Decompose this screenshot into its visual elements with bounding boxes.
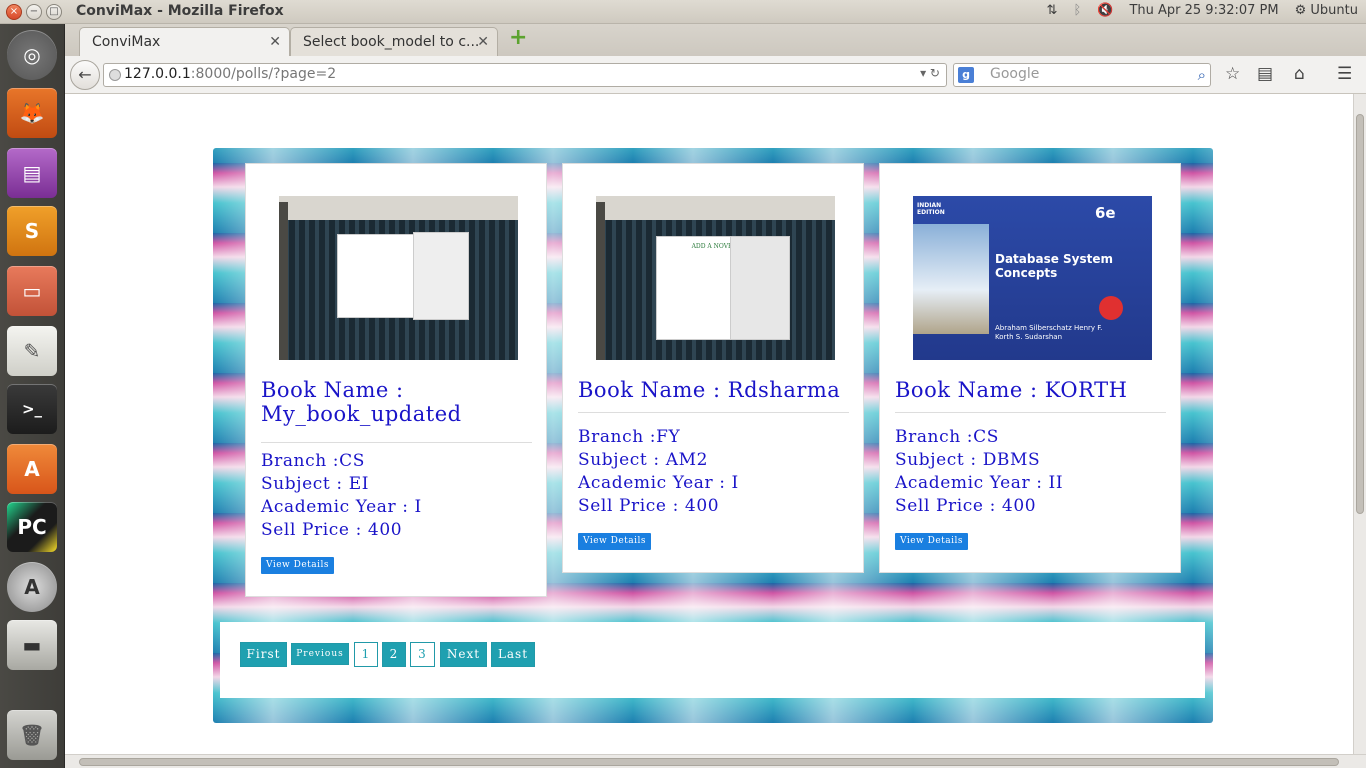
book-academic-year: Academic Year : I [578, 473, 739, 493]
book-card: ADD A NOVEL Book Name : Rdsharma Branch … [562, 163, 864, 573]
pagination-last-button[interactable]: Last [491, 642, 535, 667]
close-window-button[interactable]: × [6, 4, 22, 20]
tab-convimax[interactable]: ConviMax ✕ [79, 27, 290, 56]
system-top-bar: × − □ ConviMax - Mozilla Firefox ⇅ ᛒ 🔇 T… [0, 0, 1366, 24]
url-bar[interactable]: 127.0.0.1:8000/polls/?page=2 ▾ ↻ [103, 63, 947, 87]
cover-title: Database System Concepts [995, 252, 1114, 280]
search-placeholder: Google [990, 66, 1040, 82]
scrollbar-thumb[interactable] [79, 758, 1339, 766]
gear-icon: ⚙ [1294, 3, 1307, 18]
minimize-window-button[interactable]: − [26, 4, 42, 20]
trash-icon[interactable]: 🗑 [7, 710, 57, 760]
book-subject: Subject : AM2 [578, 450, 708, 470]
volume-icon[interactable]: 🔇 [1097, 3, 1113, 18]
pycharm-icon[interactable]: PC [7, 502, 57, 552]
text-editor-icon[interactable]: ✎ [7, 326, 57, 376]
search-input[interactable]: g Google ⌕ [953, 63, 1211, 87]
view-details-button[interactable]: View Details [578, 533, 652, 550]
book-card: INDIAN EDITION 6e Database System Concep… [879, 163, 1181, 573]
close-tab-icon[interactable]: ✕ [477, 34, 489, 50]
book-subject: Subject : DBMS [895, 450, 1041, 470]
menu-icon[interactable]: ☰ [1337, 64, 1352, 84]
pagination-first-button[interactable]: First [240, 642, 287, 667]
maximize-window-button[interactable]: □ [46, 4, 62, 20]
divider [261, 442, 532, 443]
home-icon[interactable]: ⌂ [1294, 64, 1305, 84]
workspace-icon[interactable]: ▤ [7, 148, 57, 198]
back-button[interactable]: ← [70, 60, 100, 90]
tab-bar: ConviMax ✕ Select book_model to c... ✕ + [65, 24, 1366, 56]
pagination-page-3[interactable]: 3 [410, 642, 435, 667]
book-academic-year: Academic Year : II [895, 473, 1064, 493]
book-subject: Subject : EI [261, 474, 370, 494]
book-sell-price: Sell Price : 400 [578, 496, 720, 516]
network-icon[interactable]: ⇅ [1047, 3, 1058, 18]
site-identity-icon[interactable] [109, 69, 121, 81]
vertical-scrollbar[interactable] [1353, 94, 1366, 754]
search-icon[interactable]: ⌕ [1198, 66, 1206, 84]
google-icon[interactable]: g [958, 67, 974, 83]
book-card: Book Name : My_book_updated Branch :CS S… [245, 163, 547, 597]
book-image[interactable] [279, 196, 518, 360]
book-title: Book Name : Rdsharma [578, 378, 841, 402]
terminal-icon[interactable]: >_ [7, 384, 57, 434]
cover-photo [913, 224, 989, 334]
navigation-bar: ← 127.0.0.1:8000/polls/?page=2 ▾ ↻ g Goo… [65, 56, 1366, 94]
page-viewport: Book Name : My_book_updated Branch :CS S… [65, 94, 1353, 754]
window-title: ConviMax - Mozilla Firefox [76, 3, 284, 19]
edition-badge: INDIAN EDITION [917, 202, 945, 216]
book-image[interactable]: INDIAN EDITION 6e Database System Concep… [913, 196, 1152, 360]
url-path: :8000/polls/?page=2 [190, 66, 337, 82]
edition-number: 6e [1095, 204, 1116, 222]
reading-list-icon[interactable]: ▤ [1257, 64, 1273, 84]
bookmark-star-icon[interactable]: ☆ [1225, 64, 1240, 84]
file-manager-icon[interactable]: ▭ [7, 266, 57, 316]
divider [895, 412, 1166, 413]
scrollbar-thumb[interactable] [1356, 114, 1364, 514]
close-tab-icon[interactable]: ✕ [269, 34, 281, 50]
book-branch: Branch :CS [261, 451, 365, 471]
tab-select-book-model[interactable]: Select book_model to c... ✕ [290, 27, 498, 56]
book-sell-price: Sell Price : 400 [261, 520, 403, 540]
dash-home-icon[interactable]: ◎ [7, 30, 57, 80]
cover-authors: Abraham Silberschatz Henry F. Korth S. S… [995, 324, 1103, 341]
view-details-button[interactable]: View Details [895, 533, 969, 550]
pagination-page-1[interactable]: 1 [354, 642, 378, 667]
drive-icon[interactable]: ▬ [7, 620, 57, 670]
user-name: Ubuntu [1310, 3, 1358, 18]
pagination-previous-button[interactable]: Previous [291, 643, 349, 665]
bluetooth-icon[interactable]: ᛒ [1073, 3, 1081, 18]
software-center-icon[interactable]: A [7, 444, 57, 494]
publisher-badge [1099, 296, 1123, 320]
divider [578, 412, 849, 413]
book-sell-price: Sell Price : 400 [895, 496, 1037, 516]
software-updater-icon[interactable]: A [7, 562, 57, 612]
sublime-text-icon[interactable]: S [7, 206, 57, 256]
pagination-page-2[interactable]: 2 [382, 642, 406, 667]
book-title: Book Name : KORTH [895, 378, 1128, 402]
tab-label: Select book_model to c... [303, 34, 480, 50]
book-title: Book Name : My_book_updated [261, 378, 462, 426]
firefox-icon[interactable]: 🦊 [7, 88, 57, 138]
window-controls: × − □ [6, 4, 62, 20]
session-menu[interactable]: ⚙ Ubuntu [1295, 3, 1358, 18]
horizontal-scrollbar[interactable] [65, 754, 1366, 768]
clock[interactable]: Thu Apr 25 9:32:07 PM [1129, 3, 1278, 18]
pagination-container: First Previous 1 2 3 Next Last [220, 622, 1205, 698]
tab-label: ConviMax [92, 34, 161, 50]
url-host: 127.0.0.1 [124, 66, 191, 82]
new-tab-icon[interactable]: + [509, 27, 527, 49]
unity-launcher: ◎ 🦊 ▤ S ▭ ✎ >_ A PC A ▬ 🗑 [0, 24, 65, 768]
book-image[interactable]: ADD A NOVEL [596, 196, 835, 360]
book-branch: Branch :CS [895, 427, 999, 447]
view-details-button[interactable]: View Details [261, 557, 335, 574]
system-tray: ⇅ ᛒ 🔇 Thu Apr 25 9:32:07 PM ⚙ Ubuntu [1047, 3, 1358, 18]
url-dropdown-reload-icons[interactable]: ▾ ↻ [920, 66, 940, 80]
book-branch: Branch :FY [578, 427, 681, 447]
pagination-next-button[interactable]: Next [440, 642, 487, 667]
book-academic-year: Academic Year : I [261, 497, 422, 517]
